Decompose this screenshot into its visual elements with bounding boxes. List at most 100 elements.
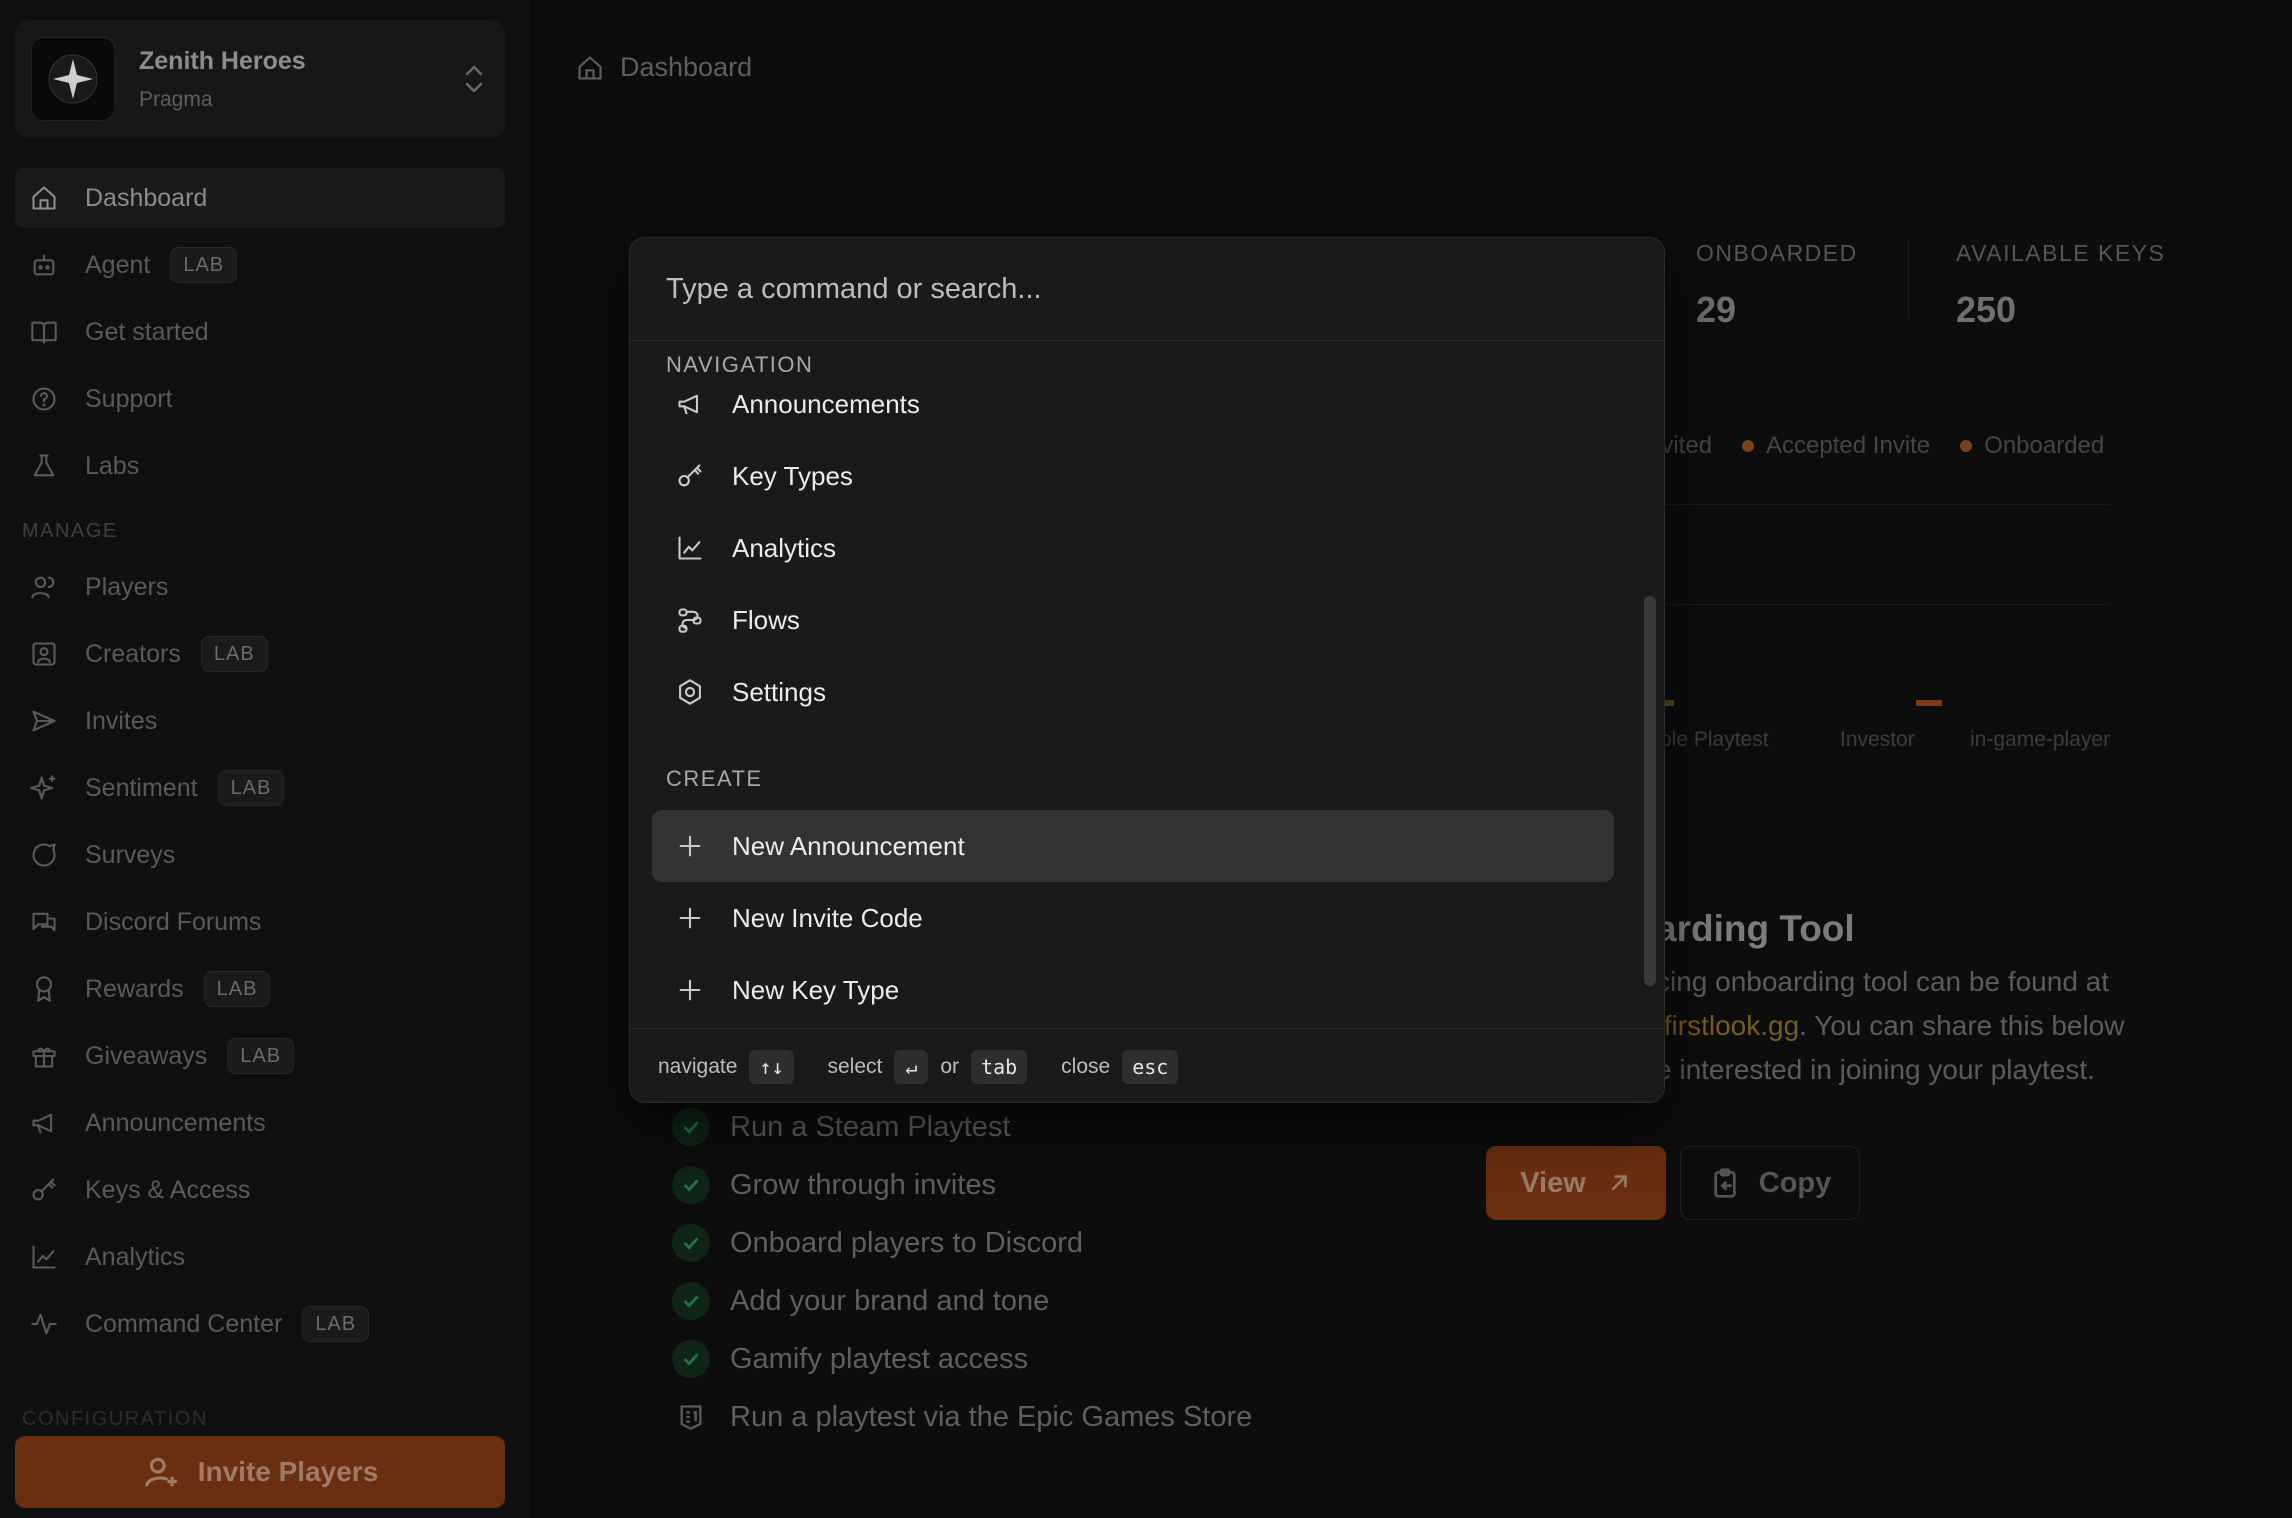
epic-games-icon: [672, 1398, 710, 1436]
command-item-key-types[interactable]: Key Types: [652, 440, 1614, 512]
sidebar: Zenith Heroes Pragma Dashboard Agent LAB…: [0, 0, 530, 1518]
workspace-switcher[interactable]: Zenith Heroes Pragma: [15, 20, 505, 138]
command-item-new-invite-code[interactable]: New Invite Code: [652, 882, 1614, 954]
settings-icon: [674, 676, 706, 708]
chart-gridline: [1650, 604, 2110, 605]
getting-started-checklist: Run a Steam Playtest Grow through invite…: [672, 1098, 1252, 1446]
stat-available-keys: AVAILABLE KEYS 250: [1956, 240, 2165, 331]
sidebar-item-keys-access[interactable]: Keys & Access: [15, 1160, 505, 1220]
chart-gridline: [1650, 504, 2110, 505]
sidebar-item-announcements[interactable]: Announcements: [15, 1093, 505, 1153]
onboarding-tool-description: cing onboarding tool can be found at .fi…: [1656, 966, 2125, 1085]
invite-players-button[interactable]: Invite Players: [15, 1436, 505, 1508]
legend-item: Accepted Invite: [1742, 432, 1930, 460]
onboarding-tool-title: arding Tool: [1656, 908, 1855, 949]
clipboard-icon: [1714, 1168, 1736, 1198]
sidebar-item-giveaways[interactable]: Giveaways LAB: [15, 1026, 505, 1086]
sidebar-item-rewards[interactable]: Rewards LAB: [15, 959, 505, 1019]
chart-tick-label: ole Playtest: [1660, 728, 1769, 751]
command-item-analytics[interactable]: Analytics: [652, 512, 1614, 584]
tab-key-kbd: tab: [971, 1049, 1028, 1084]
command-search-input[interactable]: [666, 272, 1566, 306]
breadcrumb-label: Dashboard: [620, 52, 753, 82]
lab-badge: LAB: [200, 636, 268, 672]
megaphone-icon: [29, 1108, 59, 1138]
checklist-item[interactable]: Grow through invites: [672, 1156, 1252, 1214]
onboarding-link[interactable]: .firstlook.gg: [1656, 1010, 1799, 1041]
sidebar-item-support[interactable]: Support: [15, 369, 505, 429]
check-icon: [672, 1224, 710, 1262]
command-search-bar: [630, 238, 1664, 341]
arrow-up-right-icon: [1611, 1175, 1627, 1191]
sidebar-item-label: Support: [85, 384, 173, 413]
sidebar-item-analytics[interactable]: Analytics: [15, 1227, 505, 1287]
check-icon: [672, 1282, 710, 1320]
creator-icon: [29, 639, 59, 669]
lab-badge: LAB: [302, 1306, 370, 1342]
sidebar-item-label: Analytics: [85, 1242, 186, 1271]
sidebar-item-labs[interactable]: Labs: [15, 436, 505, 496]
chart-bar: [1916, 700, 1942, 706]
stat-value: 29: [1696, 289, 1737, 330]
home-icon: [578, 55, 602, 80]
invite-players-label: Invite Players: [197, 1456, 379, 1487]
sidebar-item-discord-forums[interactable]: Discord Forums: [15, 892, 505, 952]
book-open-icon: [29, 317, 59, 347]
sidebar-nav: Dashboard Agent LAB Get started Support …: [15, 168, 505, 1430]
command-list-scrollbar[interactable]: [1644, 596, 1656, 986]
palette-shortcuts-footer: navigate ↑↓ select ↵ or tab close esc: [630, 1028, 1664, 1102]
command-item-new-announcement[interactable]: New Announcement: [652, 810, 1614, 882]
sidebar-item-label: Surveys: [85, 840, 176, 869]
chevron-updown-icon[interactable]: [459, 59, 489, 99]
copy-button[interactable]: Copy: [1680, 1146, 1860, 1220]
stat-label: AVAILABLE KEYS: [1956, 240, 2166, 266]
command-item-settings[interactable]: Settings: [652, 656, 1614, 728]
workspace-logo: [31, 37, 115, 121]
checklist-item[interactable]: Gamify playtest access: [672, 1330, 1252, 1388]
lab-badge: LAB: [217, 770, 285, 806]
sidebar-item-command-center[interactable]: Command Center LAB: [15, 1294, 505, 1354]
command-item-flows[interactable]: Flows: [652, 584, 1614, 656]
arrow-keys-kbd: ↑↓: [749, 1049, 794, 1084]
check-icon: [672, 1166, 710, 1204]
sidebar-item-agent[interactable]: Agent LAB: [15, 235, 505, 295]
sidebar-item-surveys[interactable]: Surveys: [15, 825, 505, 885]
lab-badge: LAB: [203, 971, 271, 1007]
user-plus-icon: [144, 1457, 177, 1487]
bot-icon: [29, 250, 59, 280]
sidebar-item-label: Rewards: [85, 974, 184, 1003]
checklist-item[interactable]: Run a playtest via the Epic Games Store: [672, 1388, 1252, 1446]
enter-key-kbd: ↵: [894, 1049, 929, 1084]
lab-badge: LAB: [227, 1038, 295, 1074]
check-icon: [672, 1108, 710, 1146]
esc-key-kbd: esc: [1122, 1049, 1179, 1084]
gift-icon: [29, 1041, 59, 1071]
command-item-announcements[interactable]: Announcements: [652, 368, 1614, 440]
configuration-section-label: CONFIGURATION: [22, 1408, 208, 1430]
checklist-item[interactable]: Onboard players to Discord: [672, 1214, 1252, 1272]
stat-value: 250: [1956, 289, 2017, 330]
sidebar-item-dashboard[interactable]: Dashboard: [15, 168, 505, 228]
help-circle-icon: [29, 384, 59, 414]
plus-icon: [674, 902, 706, 934]
sidebar-item-label: Creators: [85, 639, 181, 668]
sidebar-item-sentiment[interactable]: Sentiment LAB: [15, 758, 505, 818]
sidebar-item-invites[interactable]: Invites: [15, 691, 505, 751]
sidebar-item-label: Labs: [85, 451, 140, 480]
sidebar-item-label: Sentiment: [85, 773, 198, 802]
sidebar-item-label: Agent: [85, 250, 151, 279]
sidebar-item-get-started[interactable]: Get started: [15, 302, 505, 362]
command-item-new-key-type[interactable]: New Key Type: [652, 954, 1614, 1026]
sidebar-item-creators[interactable]: Creators LAB: [15, 624, 505, 684]
send-icon: [29, 706, 59, 736]
command-list: NAVIGATION Announcements Key Types Analy…: [630, 342, 1664, 1102]
checklist-item[interactable]: Add your brand and tone: [672, 1272, 1252, 1330]
flask-icon: [29, 451, 59, 481]
checklist-item[interactable]: Run a Steam Playtest: [672, 1098, 1252, 1156]
sidebar-item-players[interactable]: Players: [15, 557, 505, 617]
chart-tick-label: in-game-player: [1970, 728, 2111, 751]
view-button[interactable]: View: [1486, 1146, 1666, 1220]
close-hint: close esc: [1061, 1049, 1179, 1084]
check-icon: [672, 1340, 710, 1378]
sidebar-item-label: Command Center: [85, 1309, 283, 1338]
